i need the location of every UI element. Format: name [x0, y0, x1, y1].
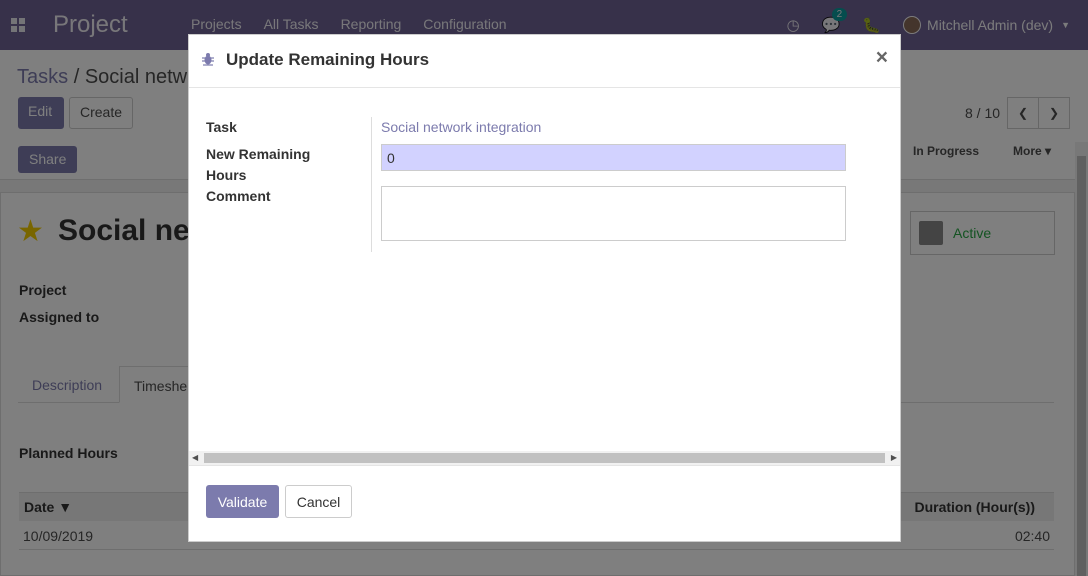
dialog-horizontal-scrollbar[interactable]: ◀ ▶: [189, 451, 900, 465]
field-divider: [371, 117, 372, 252]
dialog-title: Update Remaining Hours: [226, 50, 430, 69]
dialog-footer: Validate Cancel: [189, 465, 900, 541]
label-new-remaining-line1: New Remaining: [206, 146, 311, 162]
dialog-body: Task New Remaining Hours Comment Social …: [189, 88, 900, 452]
label-new-remaining-hours: New Remaining Hours: [206, 144, 310, 186]
remaining-hours-input[interactable]: [381, 144, 846, 171]
label-task: Task: [206, 119, 237, 135]
scroll-left-icon[interactable]: ◀: [192, 453, 198, 462]
dialog-header: Update Remaining Hours ×: [189, 35, 900, 88]
comment-textarea[interactable]: [381, 186, 846, 241]
label-new-remaining-line2: Hours: [206, 167, 247, 183]
label-comment: Comment: [206, 188, 271, 204]
scrollbar-thumb[interactable]: [204, 453, 885, 463]
task-link[interactable]: Social network integration: [381, 119, 541, 135]
update-remaining-hours-dialog: Update Remaining Hours × Task New Remain…: [188, 34, 901, 542]
scroll-right-icon[interactable]: ▶: [891, 453, 897, 462]
close-icon[interactable]: ×: [876, 46, 888, 70]
cancel-button[interactable]: Cancel: [285, 485, 352, 518]
bug-icon: [202, 53, 214, 66]
validate-button[interactable]: Validate: [206, 485, 279, 518]
